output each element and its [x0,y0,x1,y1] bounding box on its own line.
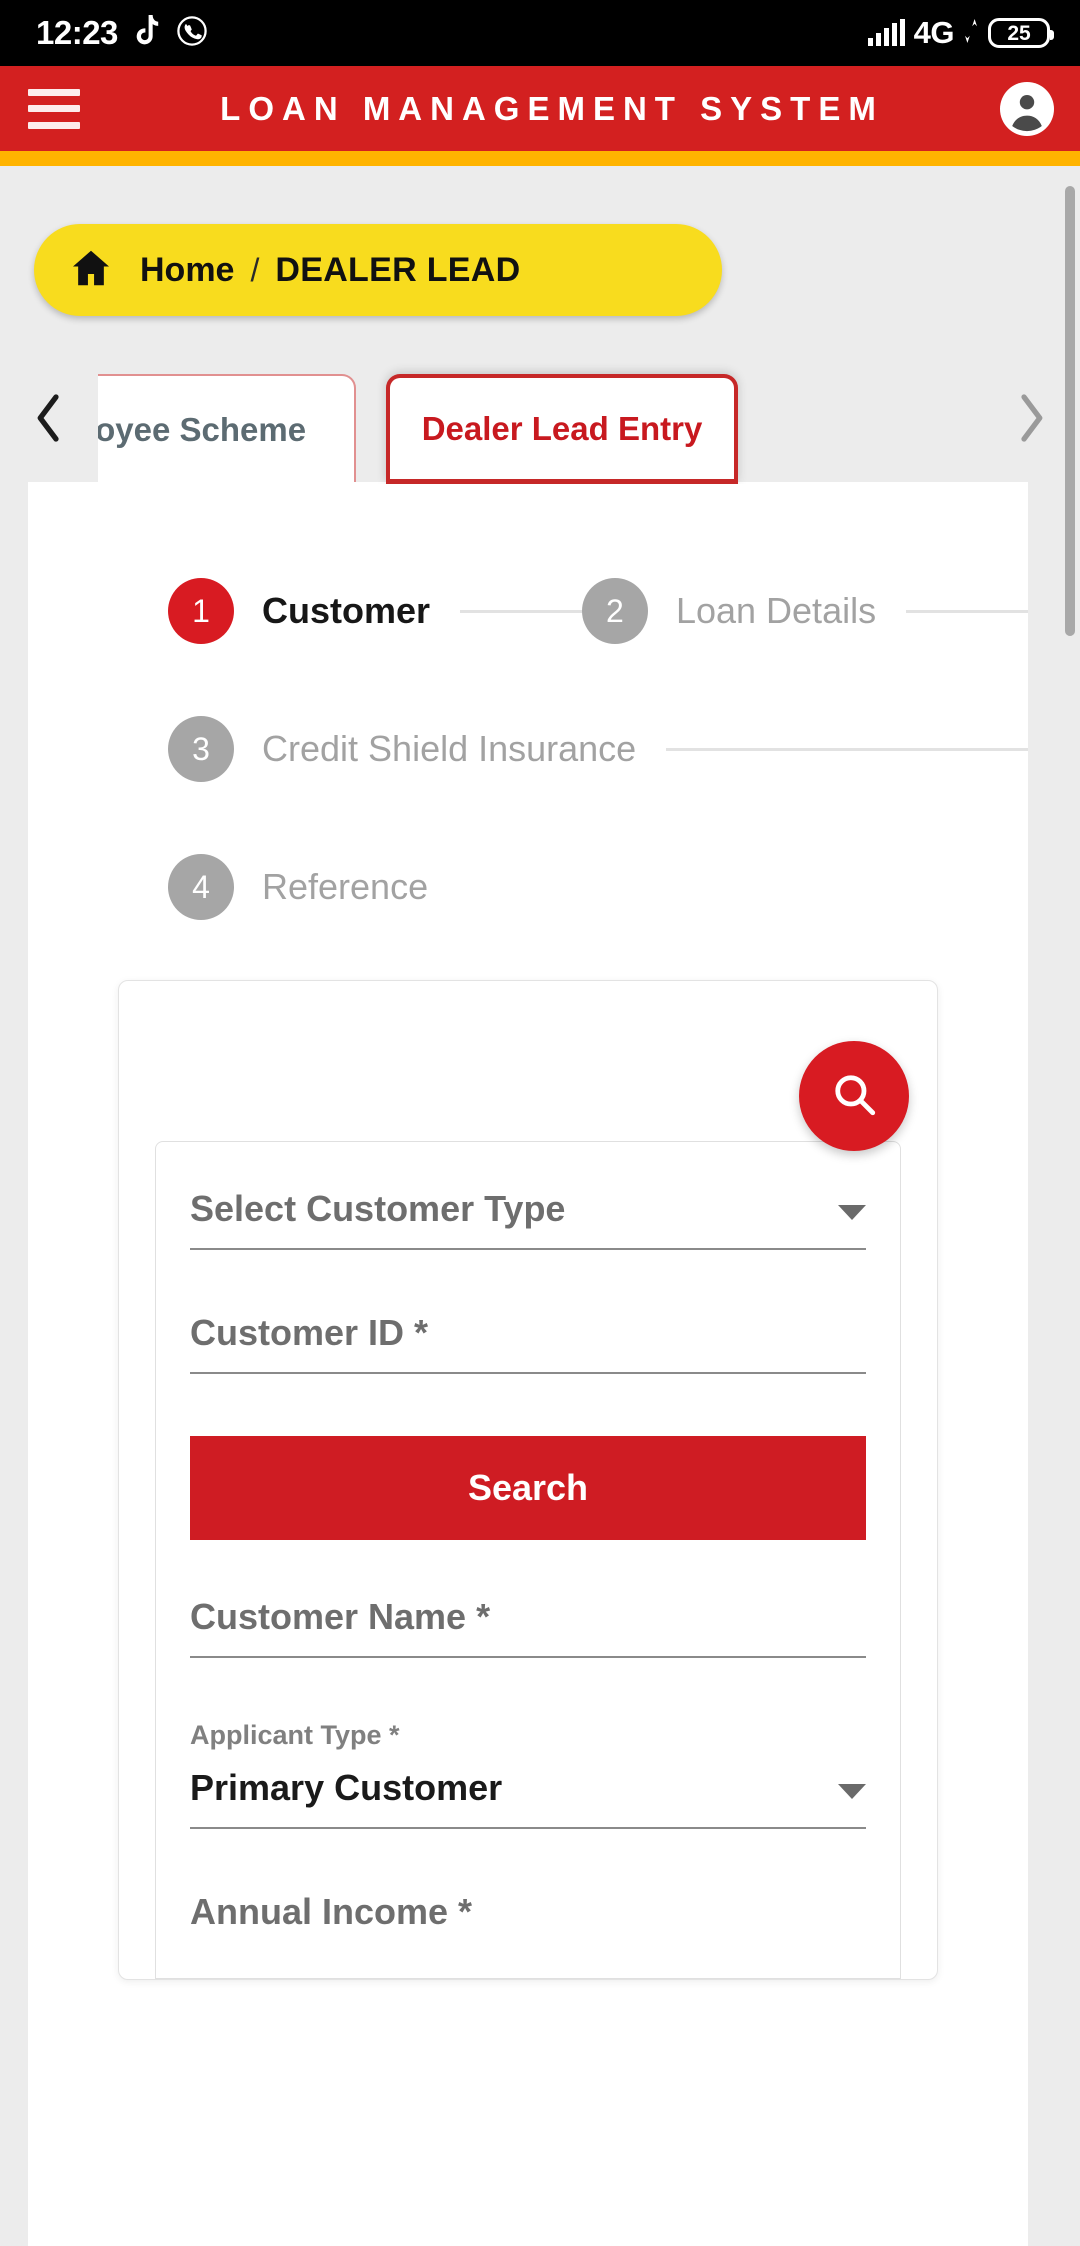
search-icon [829,1069,879,1124]
step-connector [906,609,1028,613]
step-4-number[interactable]: 4 [168,854,234,920]
tab-employee-scheme[interactable]: loyee Scheme [98,374,356,484]
status-bar-right: 4G 25 [867,15,1054,51]
applicant-type-value: Primary Customer [190,1767,503,1808]
stepper-row-2: 3 Credit Shield Insurance [28,680,1028,818]
breadcrumb-separator: / [250,251,260,288]
breadcrumb-text: Home / DEALER LEAD [140,251,520,290]
step-3-number[interactable]: 3 [168,716,234,782]
tab-dealer-lead-entry[interactable]: Dealer Lead Entry [386,374,738,484]
signal-strength-icon [867,19,905,46]
tab-scroll-right-button[interactable] [982,352,1080,484]
hamburger-menu-icon[interactable] [28,88,80,129]
status-time: 12:23 [36,14,118,51]
customer-type-field[interactable]: Select Customer Type [190,1188,866,1250]
status-bar-left: 12:23 [36,14,208,52]
battery-indicator: 25 [988,18,1054,48]
search-fab-button[interactable] [799,1041,909,1151]
home-icon[interactable] [68,245,114,296]
step-4-label: Reference [262,866,429,907]
breadcrumb-home-link[interactable]: Home [140,251,234,290]
breadcrumb-current: DEALER LEAD [275,250,521,289]
chevron-down-icon[interactable] [838,1205,866,1220]
step-connector [460,609,582,613]
customer-form-panel: Select Customer Type Customer ID * Searc… [118,980,938,1980]
whatsapp-icon [176,15,208,52]
applicant-type-label: Applicant Type * [190,1720,400,1750]
page-body: Home / DEALER LEAD loyee Scheme Dealer L… [0,166,1080,2246]
tiktok-icon [132,14,162,52]
dealer-lead-entry-panel: 1 Customer 2 Loan Details 3 Credit Shiel… [28,482,1028,2246]
customer-id-field[interactable]: Customer ID * [190,1312,866,1374]
breadcrumb: Home / DEALER LEAD [34,224,722,316]
tab-strip: loyee Scheme Dealer Lead Entry [0,352,1080,484]
form-fields-container: Select Customer Type Customer ID * Searc… [155,1141,901,1979]
step-2-number[interactable]: 2 [581,578,648,644]
tabs-window: loyee Scheme Dealer Lead Entry [98,352,982,484]
page-scrollbar[interactable] [1065,186,1075,2246]
app-bar: LOAN MANAGEMENT SYSTEM [0,66,1080,151]
app-title: LOAN MANAGEMENT SYSTEM [220,89,884,127]
stepper-row-3: 4 Reference [28,818,1028,956]
stepper-row-1: 1 Customer 2 Loan Details [28,542,1028,680]
tab-label: loyee Scheme [98,411,307,448]
customer-name-placeholder: Customer Name * [190,1596,491,1637]
chevron-down-icon[interactable] [838,1784,866,1799]
step-2-label: Loan Details [675,590,877,631]
battery-level: 25 [1007,21,1031,45]
tab-label: Dealer Lead Entry [421,409,703,447]
search-button[interactable]: Search [190,1436,866,1540]
network-type-label: 4G [913,15,955,50]
customer-id-placeholder: Customer ID * [190,1312,429,1353]
tab-scroll-left-button[interactable] [0,352,98,484]
annual-income-label: Annual Income * [190,1891,473,1932]
step-1-number[interactable]: 1 [168,578,234,644]
step-1-label: Customer [262,590,431,631]
step-3-label: Credit Shield Insurance [262,728,637,769]
status-bar: 12:23 4G 25 [0,0,1080,66]
step-connector [666,747,1028,751]
annual-income-field[interactable]: Annual Income * [190,1891,866,1933]
customer-type-placeholder: Select Customer Type [190,1188,566,1229]
applicant-type-field[interactable]: Applicant Type * Primary Customer [190,1720,866,1829]
accent-strip [0,151,1080,166]
data-transfer-icon [963,18,979,48]
account-circle-icon[interactable] [1000,81,1054,136]
form-stepper: 1 Customer 2 Loan Details 3 Credit Shiel… [28,482,1028,956]
customer-name-field[interactable]: Customer Name * [190,1596,866,1658]
